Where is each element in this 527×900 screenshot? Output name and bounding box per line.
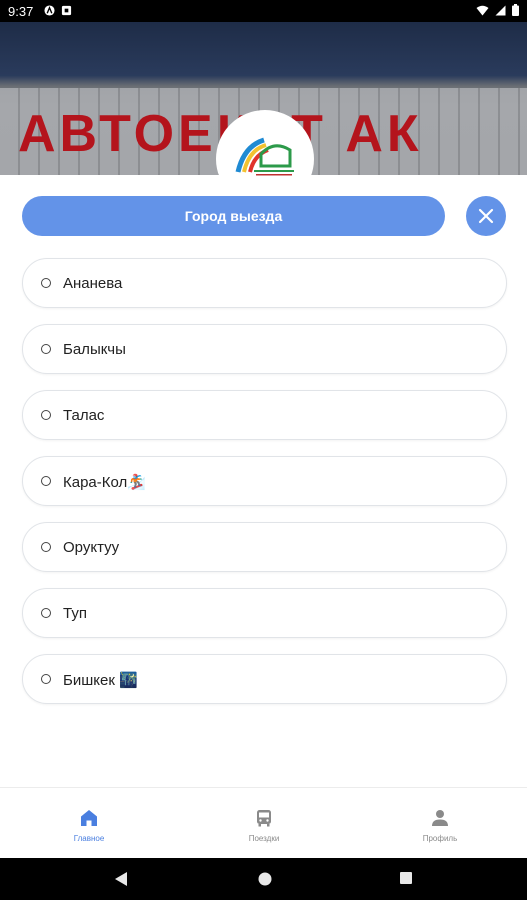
- home-icon: [81, 810, 97, 826]
- person-icon: [432, 810, 448, 826]
- radio-button[interactable]: [41, 542, 51, 552]
- city-label: Балыкчы: [63, 341, 126, 358]
- close-icon: [478, 208, 494, 224]
- logo-icon: [235, 137, 294, 176]
- bottom-tab-bar: Главное Поездки Профиль: [0, 787, 527, 859]
- tab-profile[interactable]: Профиль: [380, 788, 500, 859]
- radio-button[interactable]: [41, 278, 51, 288]
- radio-button[interactable]: [41, 344, 51, 354]
- city-option[interactable]: Бишкек 🌃: [22, 654, 507, 704]
- tab-label: Поездки: [248, 834, 280, 843]
- city-label: Талас: [63, 407, 105, 424]
- status-indicators: [476, 4, 519, 16]
- company-logo: [216, 110, 314, 208]
- tab-trips[interactable]: Поездки: [204, 788, 324, 859]
- status-time: 9:37: [8, 4, 34, 19]
- city-list: Ананева Балыкчы Талас Кара-Кол🏂 Оруктуу …: [22, 258, 507, 720]
- city-option[interactable]: Кара-Кол🏂: [22, 456, 507, 506]
- wifi-icon: [476, 5, 489, 15]
- signal-icon: [495, 5, 506, 15]
- close-button[interactable]: [466, 196, 506, 236]
- radio-button[interactable]: [41, 608, 51, 618]
- city-label: Оруктуу: [63, 539, 120, 556]
- system-navigation-bar: [0, 858, 527, 900]
- city-label: Туп: [63, 605, 87, 622]
- radio-button[interactable]: [41, 476, 51, 486]
- city-option[interactable]: Ананева: [22, 258, 507, 308]
- back-icon[interactable]: [114, 871, 128, 887]
- app-notification-icon: [44, 5, 55, 16]
- city-label: Кара-Кол🏂: [63, 474, 146, 491]
- city-option[interactable]: Талас: [22, 390, 507, 440]
- battery-icon: [512, 4, 519, 16]
- tab-home[interactable]: Главное: [29, 788, 149, 859]
- departure-city-header: Город выезда: [22, 196, 445, 236]
- home-nav-icon[interactable]: [257, 871, 273, 887]
- recents-icon[interactable]: [399, 871, 413, 885]
- tab-label: Главное: [73, 834, 105, 843]
- city-option[interactable]: Туп: [22, 588, 507, 638]
- status-bar: 9:37: [0, 0, 527, 22]
- bus-icon: [257, 810, 271, 827]
- app-notification-icon: [61, 5, 72, 16]
- city-label: Ананева: [63, 275, 123, 292]
- city-option[interactable]: Балыкчы: [22, 324, 507, 374]
- city-label: Бишкек 🌃: [63, 672, 138, 689]
- tab-label: Профиль: [422, 834, 458, 843]
- radio-button[interactable]: [41, 410, 51, 420]
- city-option[interactable]: Оруктуу: [22, 522, 507, 572]
- radio-button[interactable]: [41, 674, 51, 684]
